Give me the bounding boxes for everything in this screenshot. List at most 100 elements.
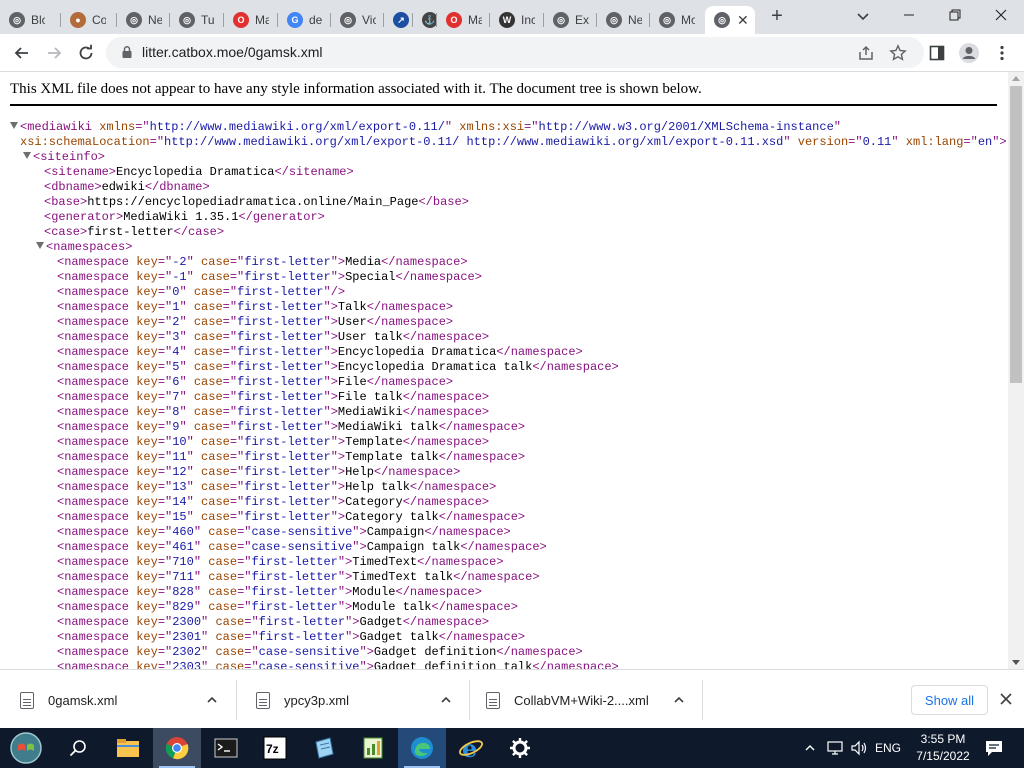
xml-token: case <box>215 630 245 644</box>
xml-token: key <box>136 615 158 629</box>
close-window-button[interactable] <box>978 0 1024 30</box>
browser-tab[interactable]: ◎ Ex <box>544 6 597 34</box>
taskbar-chrome[interactable] <box>153 728 201 768</box>
taskbar-notepad[interactable] <box>300 728 348 768</box>
browser-tab[interactable]: ◎ Ne <box>117 6 170 34</box>
browser-tab[interactable]: O Ma <box>224 6 278 34</box>
taskbar-file-explorer[interactable] <box>104 728 152 768</box>
minimize-button[interactable] <box>886 0 932 30</box>
show-all-downloads-button[interactable]: Show all <box>911 685 988 715</box>
taskbar-edge[interactable] <box>398 728 446 768</box>
browser-tab[interactable]: ◎ Tu <box>170 6 224 34</box>
xml-token: > <box>330 330 338 344</box>
xml-token: =" <box>229 270 245 284</box>
xml-token: Module talk <box>352 600 432 614</box>
url-text[interactable]: litter.catbox.moe/0gamsk.xml <box>142 44 323 60</box>
tab-search-button[interactable] <box>852 6 874 28</box>
document-icon <box>256 691 270 709</box>
xml-token: key <box>136 420 158 434</box>
xml-token: =" <box>157 570 173 584</box>
browser-tab[interactable]: ⚓ <box>413 6 437 34</box>
browser-tab[interactable]: O Ma <box>437 6 490 34</box>
lock-icon[interactable] <box>120 45 134 59</box>
xml-token: case <box>201 255 230 269</box>
xml-token: </namespace> <box>496 645 583 659</box>
reload-button[interactable] <box>72 39 100 67</box>
download-item[interactable]: 0gamsk.xml <box>0 678 236 722</box>
collapse-triangle-icon[interactable] <box>23 152 31 159</box>
browser-tab[interactable]: ● Co <box>61 6 117 34</box>
notifications-button[interactable] <box>980 728 1008 768</box>
xml-token: > <box>337 435 346 449</box>
input-language[interactable]: ENG <box>872 728 904 768</box>
xml-line: <namespace key="2302" case="case-sensiti… <box>57 645 583 660</box>
restore-button[interactable] <box>932 0 978 30</box>
browser-tab[interactable]: ◎ Mo <box>650 6 705 34</box>
browser-tab[interactable]: ◎ Vic <box>331 6 384 34</box>
taskbar-search-button[interactable] <box>54 728 102 768</box>
xml-token: key <box>136 300 158 314</box>
start-button[interactable] <box>2 728 50 768</box>
xml-line: <generator>MediaWiki 1.35.1</generator> <box>44 210 325 225</box>
system-clock[interactable]: 3:55 PM 7/15/2022 <box>912 731 974 765</box>
taskbar-7zip[interactable]: 7z <box>251 728 299 768</box>
taskbar-terminal[interactable] <box>202 728 250 768</box>
close-download-shelf-button[interactable] <box>996 689 1016 709</box>
side-panel-button[interactable] <box>923 39 951 67</box>
xml-token: =" <box>157 405 173 419</box>
collapse-triangle-icon[interactable] <box>10 122 18 129</box>
file-explorer-icon <box>117 739 139 757</box>
xml-token: case-sensitive <box>251 540 353 554</box>
menu-button[interactable] <box>988 39 1016 67</box>
xml-token: </namespace> <box>438 630 526 644</box>
xml-token: case <box>193 360 223 374</box>
collapse-triangle-icon[interactable] <box>36 242 44 249</box>
bookmark-button[interactable] <box>884 39 912 67</box>
scrollbar-thumb[interactable] <box>1010 86 1022 383</box>
xml-token: key <box>136 315 158 329</box>
back-button[interactable] <box>8 39 36 67</box>
xml-token: </namespace> <box>409 480 497 494</box>
share-button[interactable] <box>852 39 880 67</box>
xml-line: <sitename>Encyclopedia Dramatica</sitena… <box>44 165 354 180</box>
download-filename: 0gamsk.xml <box>48 692 118 708</box>
browser-tab[interactable]: W Inc <box>490 6 544 34</box>
chevron-up-icon[interactable] <box>206 694 218 706</box>
browser-tab[interactable]: ◎ ✕ <box>705 6 755 34</box>
show-hidden-icons-button[interactable] <box>800 728 820 768</box>
tray-display-button[interactable] <box>824 728 848 768</box>
browser-tab[interactable]: Gde <box>278 6 331 34</box>
xml-token: Gadget definition <box>373 645 497 659</box>
xml-token: " <box>186 465 194 479</box>
address-bar[interactable]: litter.catbox.moe/0gamsk.xml <box>106 37 924 68</box>
xml-token: </namespace> <box>366 300 454 314</box>
xml-token: </namespace> <box>460 540 547 554</box>
xml-token: =" <box>157 480 173 494</box>
xml-token: key <box>136 630 158 644</box>
xml-token: </namespace> <box>438 420 526 434</box>
browser-tab[interactable]: ↗ <box>384 6 413 34</box>
download-item[interactable]: CollabVM+Wiki-2....xml <box>466 678 702 722</box>
profile-button[interactable] <box>955 39 983 67</box>
xml-token: " <box>323 405 331 419</box>
xml-token: </base> <box>418 195 469 209</box>
scroll-down-arrow-icon[interactable] <box>1012 660 1020 665</box>
download-item[interactable]: ypcy3p.xml <box>236 678 469 722</box>
volume-button[interactable] <box>848 728 870 768</box>
taskbar-internet-explorer[interactable]: e <box>447 728 495 768</box>
close-tab-icon[interactable]: ✕ <box>737 12 749 29</box>
browser-tab[interactable]: ◎ Blc <box>0 6 61 34</box>
taskbar-settings[interactable] <box>496 728 544 768</box>
scroll-up-arrow-icon[interactable] <box>1012 76 1020 81</box>
kebab-menu-icon <box>1000 45 1004 61</box>
taskbar-spreadsheet[interactable] <box>349 728 397 768</box>
xml-token: > <box>337 510 346 524</box>
chevron-up-icon[interactable] <box>440 694 452 706</box>
xml-token: first-letter <box>251 570 338 584</box>
chevron-up-icon[interactable] <box>673 694 685 706</box>
browser-tab[interactable]: ◎ Ne <box>597 6 650 34</box>
forward-button[interactable] <box>40 39 68 67</box>
vertical-scrollbar[interactable] <box>1008 72 1024 669</box>
tab-title: Mo <box>681 13 695 27</box>
new-tab-button[interactable]: + <box>765 5 789 29</box>
